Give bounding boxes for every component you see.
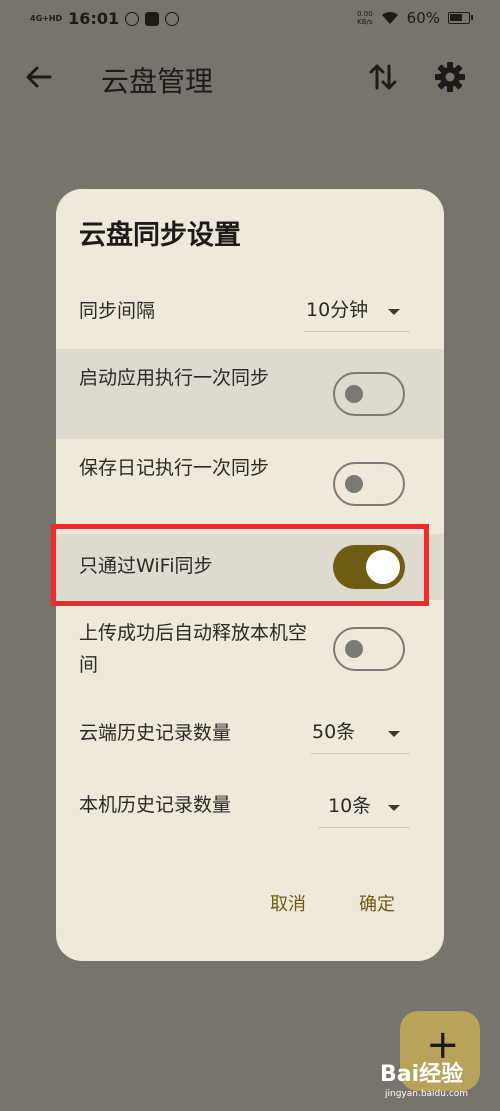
baidu-watermark: Bai经验 [380, 1062, 464, 1087]
auto-free-space-label: 上传成功后自动释放本机空间 [79, 622, 308, 676]
app-bar: 云盘管理 [0, 50, 500, 106]
confirm-button[interactable]: 确定 [359, 890, 395, 916]
net-speed-unit: KB/s [357, 18, 373, 26]
cloud-history-value: 50条 [312, 721, 356, 743]
local-history-value: 10条 [328, 795, 372, 817]
switch-knob [345, 640, 363, 658]
highlight-annotation [51, 524, 429, 606]
status-right: 0.00 KB/s 60% [357, 9, 473, 27]
page-title: 云盘管理 [101, 65, 214, 98]
sync-interval-value: 10分钟 [306, 299, 369, 321]
status-left: 4G+HD 16:01 [30, 9, 180, 28]
wifi-icon [381, 11, 398, 24]
battery-icon [448, 12, 473, 24]
sync-notification-icon [165, 11, 180, 26]
sync-interval-dropdown[interactable]: 10分钟 [304, 289, 410, 332]
app-notification-icon [145, 11, 160, 26]
cloud-history-dropdown[interactable]: 50条 [311, 711, 410, 754]
sync-on-start-row[interactable]: 启动应用执行一次同步 [56, 349, 444, 439]
dropdown-arrow-icon [388, 805, 400, 811]
cloud-history-label: 云端历史记录数量 [79, 722, 232, 744]
status-time: 16:01 [68, 9, 120, 28]
baidu-watermark-url: jingyan.baidu.com [385, 1089, 469, 1099]
cloud-history-row: 云端历史记录数量 50条 [56, 699, 444, 765]
cancel-button[interactable]: 取消 [270, 890, 306, 916]
sync-on-save-row[interactable]: 保存日记执行一次同步 [56, 439, 444, 529]
auto-free-space-row[interactable]: 上传成功后自动释放本机空间 [56, 603, 444, 695]
local-history-label: 本机历史记录数量 [79, 794, 232, 816]
sync-on-save-label: 保存日记执行一次同步 [79, 457, 270, 479]
signal-indicator: 4G+HD [30, 13, 63, 23]
sync-on-save-switch[interactable] [333, 462, 405, 506]
switch-knob [345, 475, 363, 493]
auto-free-space-switch[interactable] [333, 627, 405, 671]
sync-on-start-switch[interactable] [333, 372, 405, 416]
dialog-title: 云盘同步设置 [79, 220, 241, 251]
dropdown-arrow-icon [388, 309, 400, 315]
net-speed-value: 0.00 [357, 10, 373, 18]
notification-icon [125, 11, 140, 26]
local-history-row: 本机历史记录数量 10条 [56, 773, 444, 839]
sync-on-start-label: 启动应用执行一次同步 [79, 367, 270, 389]
local-history-dropdown[interactable]: 10条 [318, 785, 410, 828]
status-bar: 4G+HD 16:01 0.00 KB/s 60% [0, 0, 500, 38]
sort-icon[interactable] [366, 60, 400, 94]
switch-knob [345, 385, 363, 403]
sync-interval-label: 同步间隔 [79, 300, 156, 322]
net-speed: 0.00 KB/s [357, 10, 373, 26]
dropdown-arrow-icon [388, 731, 400, 737]
gear-icon[interactable] [433, 60, 467, 94]
back-arrow-icon[interactable] [22, 60, 56, 94]
sync-interval-row: 同步间隔 10分钟 [56, 285, 444, 345]
battery-percent: 60% [406, 9, 440, 27]
